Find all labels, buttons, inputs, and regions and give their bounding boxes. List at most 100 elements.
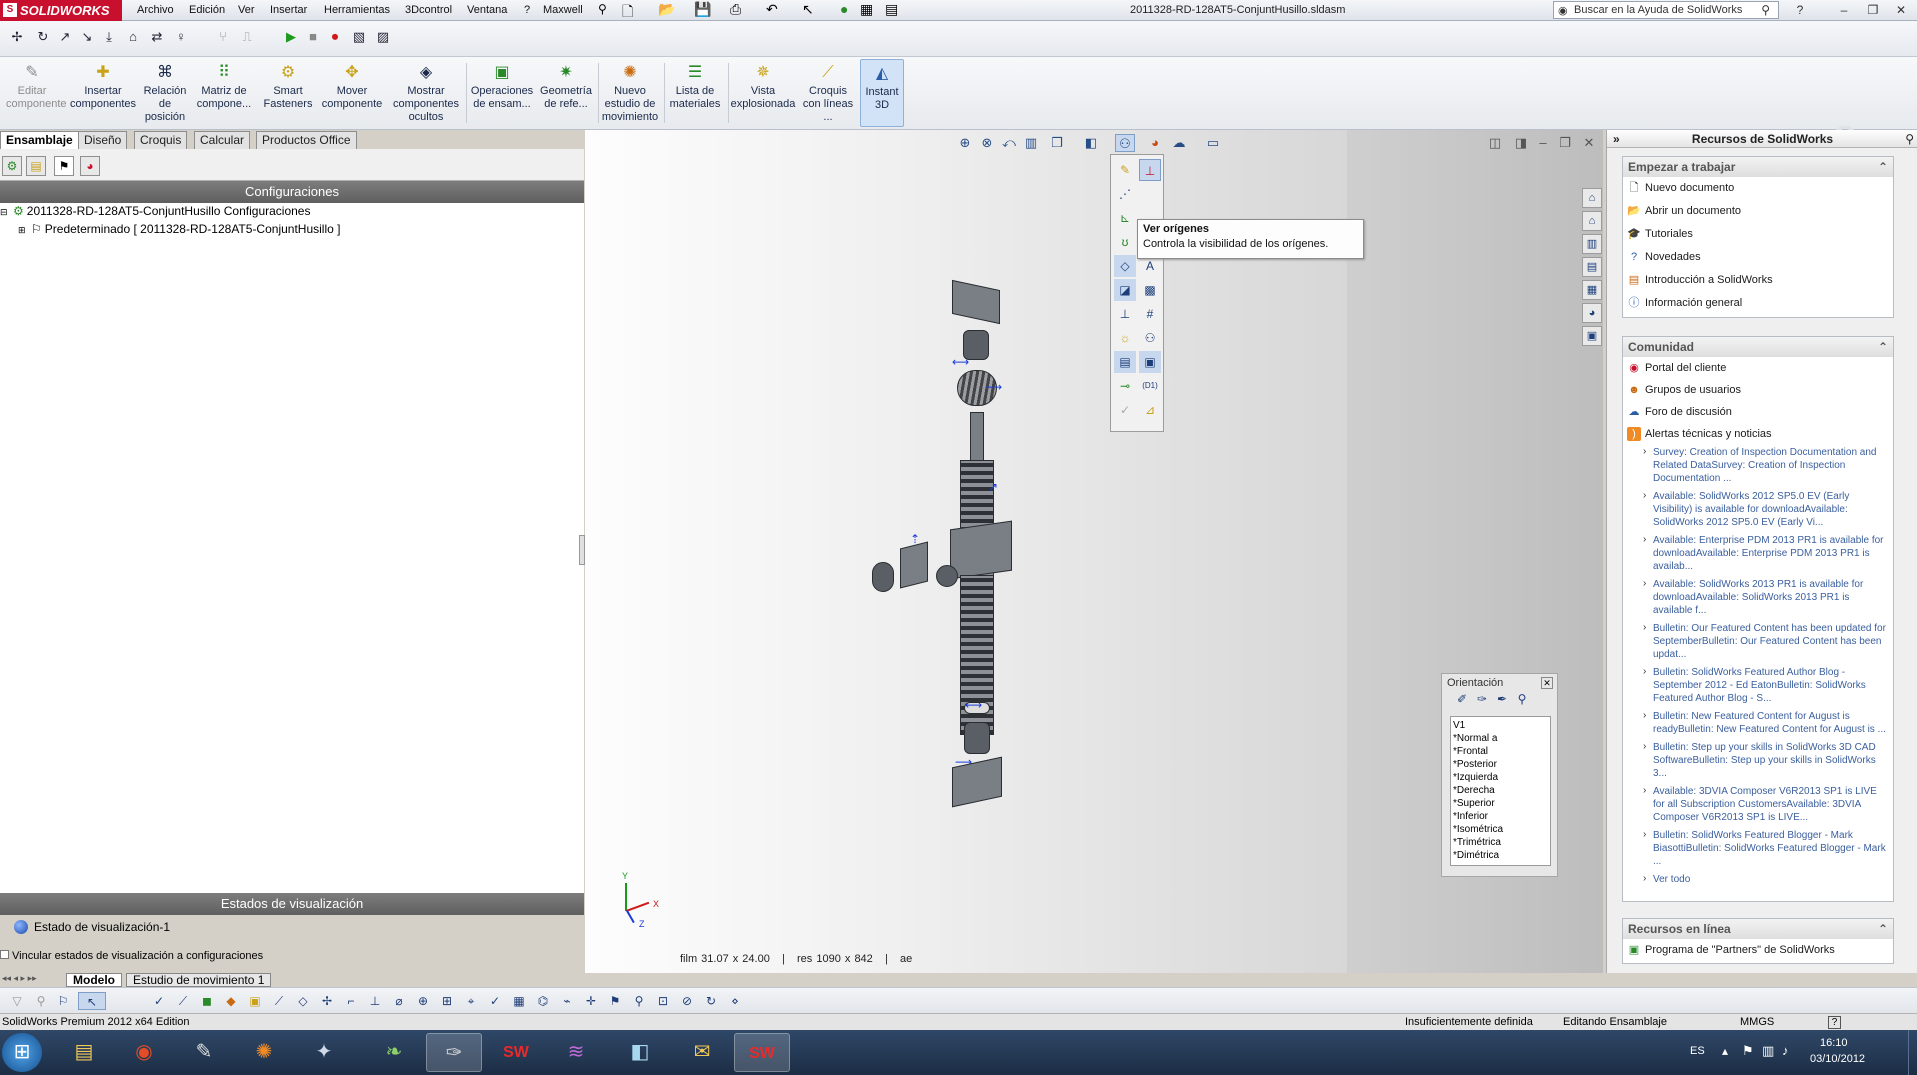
- hide-show-items-icon[interactable]: ⚇: [1115, 134, 1135, 152]
- intro-link[interactable]: ▤ Introducción a SolidWorks: [1623, 269, 1893, 292]
- bulb-icon[interactable]: ♀: [172, 28, 190, 46]
- close-button[interactable]: ✕: [1892, 1, 1910, 19]
- appearances-icon[interactable]: ◕: [1582, 303, 1602, 323]
- clock-time[interactable]: 16:10: [1820, 1037, 1848, 1049]
- move-arrow-icon[interactable]: ⟷: [952, 355, 969, 369]
- collapse-icon[interactable]: ⌃: [1878, 157, 1888, 177]
- collapse-icon[interactable]: ⌃: [1878, 337, 1888, 357]
- tile-view-icon[interactable]: ◨: [1511, 134, 1531, 152]
- menu-ver[interactable]: Ver: [238, 0, 255, 21]
- filter-cosmetic-icon[interactable]: ⌬: [534, 992, 552, 1010]
- menu-archivo[interactable]: Archivo: [137, 0, 174, 21]
- display-state-item[interactable]: Estado de visualización-1: [14, 919, 170, 935]
- show-hidden-button[interactable]: ◈ Mostrar componentes ocultos: [390, 59, 462, 127]
- filter-connection-icon[interactable]: ⊡: [654, 992, 672, 1010]
- tray-expand-icon[interactable]: ▴: [1722, 1044, 1728, 1058]
- orientation-item[interactable]: *Normal a: [1453, 732, 1548, 745]
- filter-sketch-icon[interactable]: ⌐: [342, 992, 360, 1010]
- news-item[interactable]: Bulletin: SolidWorks Featured Blogger - …: [1623, 828, 1893, 872]
- solidworks-active-icon[interactable]: SW: [734, 1033, 790, 1072]
- filter-mid-icon[interactable]: ⋄: [726, 992, 744, 1010]
- search-icon[interactable]: ⚲: [1761, 2, 1770, 18]
- filter-faces-icon[interactable]: ◼: [198, 992, 216, 1010]
- sketch-point-icon[interactable]: ✢: [8, 28, 26, 46]
- customer-portal-link[interactable]: ◉ Portal del cliente: [1623, 357, 1893, 379]
- split-view-icon[interactable]: ◫: [1485, 134, 1505, 152]
- stop-icon[interactable]: ■: [304, 28, 322, 46]
- filter-points-icon[interactable]: ✢: [318, 992, 336, 1010]
- chrome-icon[interactable]: ◉: [116, 1033, 172, 1072]
- filter-balloon-icon[interactable]: ⚲: [630, 992, 648, 1010]
- orientation-item[interactable]: *Derecha: [1453, 784, 1548, 797]
- zoom-area-icon[interactable]: ⊗: [977, 134, 997, 152]
- collapse-icon[interactable]: ⊟: [0, 204, 10, 220]
- move-icon[interactable]: ⇄: [148, 28, 166, 46]
- move-arrow-icon[interactable]: ↗: [988, 480, 998, 494]
- section-view-icon[interactable]: ▥: [1021, 134, 1041, 152]
- menu-maxwell[interactable]: Maxwell: [543, 0, 583, 21]
- pin-icon[interactable]: ⚲: [598, 2, 607, 16]
- explorer-icon[interactable]: ▤: [56, 1033, 112, 1072]
- orientation-item[interactable]: V1: [1453, 719, 1548, 732]
- view-settings-icon[interactable]: ▭: [1203, 134, 1223, 152]
- filter-dowel-icon[interactable]: ⚑: [606, 992, 624, 1010]
- options-icon[interactable]: ▦: [860, 1, 873, 18]
- previous-view-icon[interactable]: ⤺: [999, 134, 1019, 152]
- news-item[interactable]: Survey: Creation of Inspection Documenta…: [1623, 445, 1893, 489]
- macro-icon[interactable]: ▧: [350, 28, 368, 46]
- reference-geometry-button[interactable]: ✷ Geometría de refe...: [538, 59, 594, 127]
- tab-croquis[interactable]: Croquis: [134, 131, 188, 149]
- orientation-item[interactable]: *Dimétrica: [1453, 849, 1548, 862]
- show-desktop-button[interactable]: [1908, 1030, 1917, 1075]
- volume-icon[interactable]: ♪: [1782, 1043, 1789, 1058]
- print-icon[interactable]: ⎙: [730, 1, 741, 18]
- news-item[interactable]: Available: SolidWorks 2013 PR1 is availa…: [1623, 577, 1893, 621]
- view-lights-icon[interactable]: ☼: [1114, 327, 1136, 349]
- orientation-item[interactable]: *Frontal: [1453, 745, 1548, 758]
- edit-component-button[interactable]: ✎ Editar componente: [6, 59, 67, 127]
- view-palette-icon[interactable]: ▦: [1582, 280, 1602, 300]
- filter-notes-icon[interactable]: ⌀: [390, 992, 408, 1010]
- macro-edit-icon[interactable]: ▨: [374, 28, 392, 46]
- view-orientation-icon[interactable]: ❒: [1047, 134, 1067, 152]
- tree-item-predeterminado[interactable]: ⊞ ⚐ Predeterminado [ 2011328-RD-128AT5-Con…: [18, 221, 340, 238]
- status-help-icon[interactable]: ?: [1828, 1016, 1841, 1029]
- menu-edicion[interactable]: Edición: [189, 0, 225, 21]
- view-cosmetic-threads-icon[interactable]: ✓: [1114, 399, 1136, 421]
- view-axes-icon[interactable]: ✎: [1114, 159, 1136, 181]
- smart-fasteners-button[interactable]: ⚙ Smart Fasteners: [258, 59, 318, 127]
- filter-edges-icon[interactable]: ⟋: [174, 992, 192, 1010]
- open-document-link[interactable]: 📂 Abrir un documento: [1623, 200, 1893, 223]
- collapse-icon[interactable]: ⌃: [1878, 919, 1888, 939]
- explode-line-sketch-button[interactable]: ⟋ Croquis con líneas ...: [800, 59, 856, 127]
- arrow-icon[interactable]: ↗: [56, 28, 74, 46]
- view-points-icon[interactable]: ⊥: [1114, 303, 1136, 325]
- save-icon[interactable]: 💾: [694, 1, 711, 18]
- view-curves-icon[interactable]: ʊ: [1114, 231, 1136, 253]
- news-item[interactable]: Bulletin: Our Featured Content has been …: [1623, 621, 1893, 665]
- filter-blocks-icon[interactable]: ▦: [510, 992, 528, 1010]
- select-pointer-icon[interactable]: ↖: [78, 992, 106, 1010]
- tab-motion-study[interactable]: Estudio de movimiento 1: [126, 973, 272, 987]
- file-explorer-icon[interactable]: ▤: [1582, 257, 1602, 277]
- restore-button[interactable]: ❐: [1864, 1, 1882, 19]
- expand-pane-icon[interactable]: »: [1613, 130, 1620, 148]
- flag-icon[interactable]: ⚑: [1742, 1043, 1754, 1059]
- filter-weld-icon[interactable]: ⌖: [462, 992, 480, 1010]
- alerts-news-link[interactable]: ) Alertas técnicas y noticias: [1623, 423, 1893, 445]
- exploded-view-button[interactable]: ✵ Vista explosionada: [730, 59, 796, 127]
- move-arrow-icon[interactable]: ⟶: [985, 380, 1002, 394]
- solidworks-logo[interactable]: S SOLIDWORKS: [0, 0, 122, 21]
- filter-vertices-icon[interactable]: ✓: [150, 992, 168, 1010]
- news-item[interactable]: Available: SolidWorks 2012 SP5.0 EV (Ear…: [1623, 489, 1893, 533]
- app-icon[interactable]: ❧: [366, 1033, 422, 1072]
- zoom-to-fit-icon[interactable]: ⊕: [955, 134, 975, 152]
- file-properties-icon[interactable]: ▤: [885, 1, 898, 18]
- view-coordinate-systems-icon[interactable]: ⊾: [1114, 207, 1136, 229]
- move-arrow-icon[interactable]: ⇡: [910, 532, 920, 546]
- custom-properties-icon[interactable]: ▣: [1582, 326, 1602, 346]
- view-planes-icon[interactable]: ◇: [1114, 255, 1136, 277]
- orientation-item[interactable]: *Posterior: [1453, 758, 1548, 771]
- select-icon[interactable]: ↖: [802, 1, 814, 18]
- home-tab-icon[interactable]: ⌂: [1582, 211, 1602, 231]
